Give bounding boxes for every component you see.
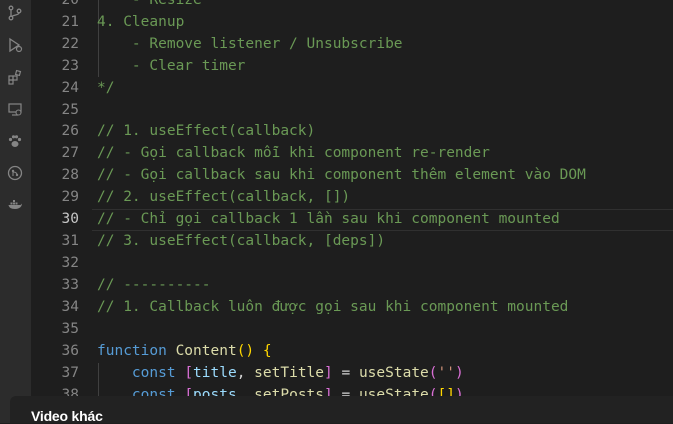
code-line: 32 <box>61 255 79 271</box>
code-line: 37 const [title, setTitle] = useState(''… <box>61 365 464 381</box>
code-line: 34// 1. Callback luôn được gọi sau khi c… <box>61 299 569 315</box>
docker-icon[interactable] <box>6 196 24 214</box>
remote-explorer-icon[interactable] <box>6 100 24 118</box>
github-icon[interactable] <box>6 164 24 182</box>
activity-bar <box>0 0 31 423</box>
paw-icon[interactable] <box>6 132 24 150</box>
code-editor[interactable]: 20 - Resize 21 4. Cleanup 22 - Remove lis… <box>31 0 673 423</box>
more-videos-title[interactable]: Video khác <box>31 408 103 424</box>
code-line: 31// 3. useEffect(callback, [deps]) <box>61 233 386 249</box>
code-line: 26// 1. useEffect(callback) <box>61 123 316 139</box>
code-line: 20 - Resize <box>61 0 202 8</box>
run-debug-icon[interactable] <box>6 36 24 54</box>
source-control-icon[interactable] <box>6 4 24 22</box>
code-line: 28// - Gọi callback sau khi component th… <box>61 167 586 183</box>
more-videos-panel[interactable]: Video khác <box>10 396 673 424</box>
extensions-icon[interactable] <box>6 68 24 86</box>
code-line: 35 <box>61 321 79 337</box>
code-line: 25 <box>61 102 79 118</box>
code-line: 23 - Clear timer <box>61 58 246 74</box>
code-line: 29// 2. useEffect(callback, []) <box>61 189 351 205</box>
code-line: 24 */ <box>61 80 115 96</box>
code-line-active: 30// - Chỉ gọi callback 1 lần sau khi co… <box>61 211 560 227</box>
code-line: 36 function Content() { <box>61 343 272 359</box>
code-line: 22 - Remove listener / Unsubscribe <box>61 36 403 52</box>
code-line: 21 4. Cleanup <box>61 14 185 30</box>
code-line: 27// - Gọi callback mỗi khi component re… <box>61 145 490 161</box>
code-line: 33// ---------- <box>61 277 211 293</box>
